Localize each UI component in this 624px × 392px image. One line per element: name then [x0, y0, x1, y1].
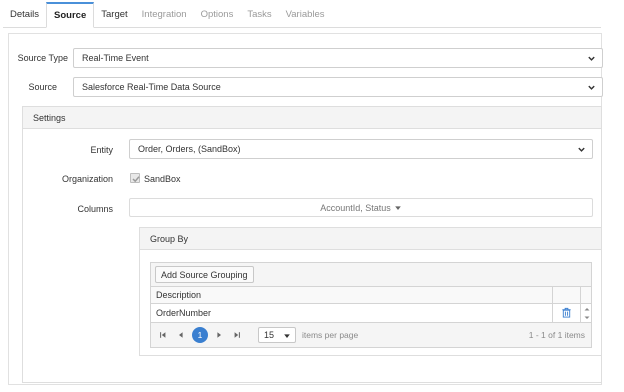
current-page-button[interactable]: 1 — [192, 327, 208, 343]
settings-panel: Settings Entity Order, Orders, (SandBox)… — [22, 106, 602, 383]
page-size-value: 15 — [264, 330, 275, 340]
organization-label: Organization — [61, 174, 113, 184]
organization-checkbox[interactable] — [130, 173, 140, 183]
column-divider — [580, 287, 581, 303]
group-by-grid: Add Source Grouping Description OrderNum… — [150, 262, 592, 348]
table-row[interactable]: OrderNumber — [151, 304, 591, 323]
source-type-label: Source Type — [17, 53, 68, 63]
previous-page-icon[interactable] — [174, 328, 188, 342]
entity-label: Entity — [90, 145, 113, 155]
chevron-down-icon — [588, 56, 595, 61]
caret-down-icon — [394, 205, 401, 210]
source-select[interactable]: Salesforce Real-Time Data Source — [73, 77, 603, 97]
row-description: OrderNumber — [156, 308, 212, 318]
chevron-down-icon — [588, 85, 595, 90]
trash-icon[interactable] — [561, 307, 572, 320]
chevron-down-icon — [578, 147, 585, 152]
checkmark-icon — [132, 176, 140, 183]
entity-select[interactable]: Order, Orders, (SandBox) — [129, 139, 593, 159]
columns-multiselect[interactable]: AccountId, Status — [129, 198, 593, 217]
column-divider — [552, 287, 553, 303]
tab-integration[interactable]: Integration — [135, 2, 194, 27]
last-page-icon[interactable] — [230, 328, 244, 342]
source-type-select[interactable]: Real-Time Event — [73, 48, 603, 68]
add-source-grouping-button[interactable]: Add Source Grouping — [155, 266, 254, 283]
tab-source[interactable]: Source — [46, 2, 95, 28]
items-per-page-label: items per page — [302, 330, 359, 340]
tab-options[interactable]: Options — [194, 2, 241, 27]
grid-toolbar: Add Source Grouping — [151, 263, 591, 287]
pager-summary: 1 - 1 of 1 items — [528, 330, 585, 340]
tab-target[interactable]: Target — [94, 2, 134, 27]
grid-header: Description — [151, 287, 591, 304]
columns-value: AccountId, Status — [320, 202, 391, 213]
source-panel: Source Type Real-Time Event Source Sales… — [8, 33, 603, 385]
next-page-icon[interactable] — [212, 328, 226, 342]
tab-tasks[interactable]: Tasks — [240, 2, 278, 27]
columns-label: Columns — [77, 204, 113, 214]
source-type-value: Real-Time Event — [82, 53, 149, 63]
source-label: Source — [28, 82, 57, 92]
column-header-description[interactable]: Description — [151, 290, 591, 300]
tab-variables[interactable]: Variables — [279, 2, 332, 27]
page-size-select[interactable]: 15 — [258, 327, 296, 343]
column-divider — [552, 304, 553, 322]
scrollbar[interactable] — [582, 305, 592, 322]
entity-value: Order, Orders, (SandBox) — [138, 144, 241, 154]
tab-details[interactable]: Details — [3, 2, 46, 27]
tab-bar: Details Source Target Integration Option… — [3, 2, 601, 28]
organization-value: SandBox — [144, 174, 181, 184]
grid-pager: 1 15 items per page 1 - 1 of 1 items — [151, 323, 591, 347]
group-by-title: Group By — [140, 228, 601, 250]
group-by-panel: Group By Add Source Grouping Description… — [139, 227, 602, 356]
column-divider — [580, 304, 581, 322]
settings-title: Settings — [23, 107, 601, 129]
source-value: Salesforce Real-Time Data Source — [82, 82, 221, 92]
caret-down-icon — [284, 334, 290, 338]
first-page-icon[interactable] — [156, 328, 170, 342]
